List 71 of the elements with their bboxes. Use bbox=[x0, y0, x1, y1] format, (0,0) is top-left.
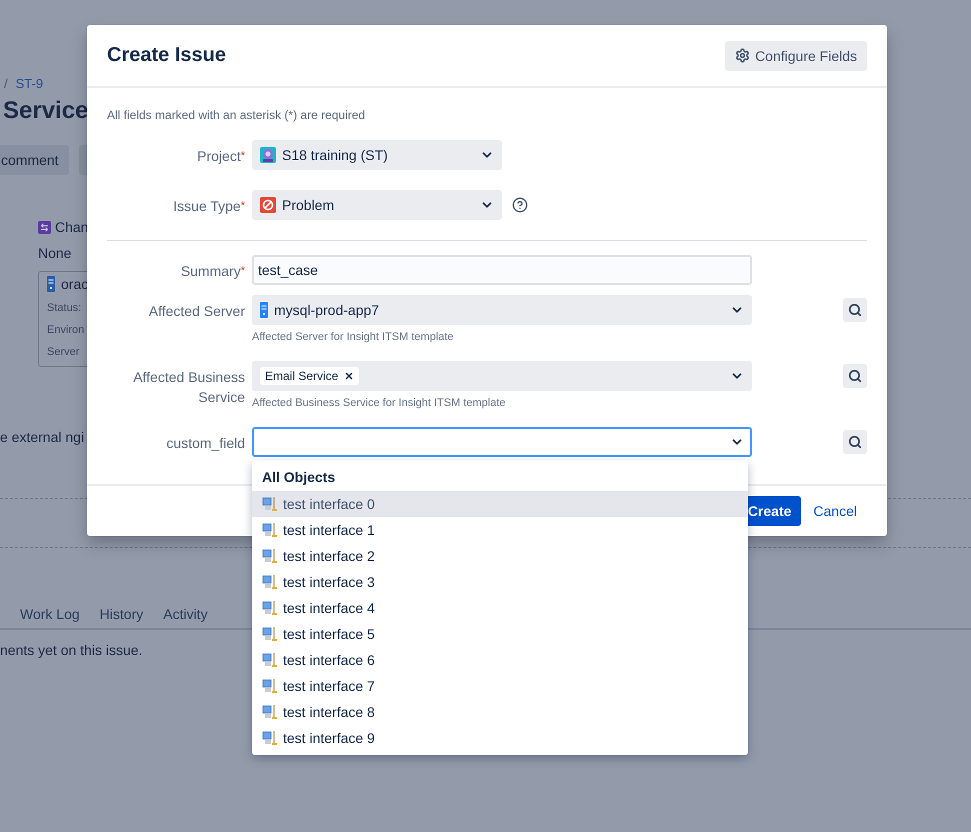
search-button[interactable] bbox=[843, 364, 867, 388]
project-avatar-icon bbox=[260, 147, 276, 163]
required-asterisk: * bbox=[240, 200, 245, 212]
activity-tab[interactable]: Work Log bbox=[20, 606, 80, 622]
dropdown-option[interactable]: test interface 3 bbox=[252, 569, 748, 595]
field-label: Project* bbox=[196, 147, 245, 166]
change-type-icon bbox=[38, 220, 51, 234]
search-button[interactable] bbox=[843, 298, 867, 322]
search-icon bbox=[848, 369, 862, 383]
select-field[interactable]: Problem bbox=[252, 190, 502, 220]
attribute-label: Environ bbox=[47, 324, 86, 336]
network-interface-icon bbox=[262, 652, 278, 668]
remove-icon[interactable] bbox=[344, 371, 354, 381]
network-interface-icon bbox=[262, 678, 278, 694]
field-label: Affected Server bbox=[148, 302, 245, 321]
field-value: None bbox=[38, 245, 72, 261]
breadcrumb-separator: / bbox=[4, 76, 8, 91]
configure-fields-button[interactable]: Configure Fields bbox=[725, 40, 867, 70]
dropdown-option[interactable]: test interface 9 bbox=[252, 725, 748, 751]
gear-icon bbox=[735, 48, 750, 63]
summary-input-field[interactable]: test_case bbox=[252, 255, 752, 285]
network-interface-icon bbox=[262, 626, 278, 642]
dropdown-option[interactable]: test interface 1 bbox=[252, 517, 748, 543]
network-interface-icon bbox=[262, 496, 278, 512]
required-note: All fields marked with an asterisk (*) are required bbox=[107, 108, 366, 122]
dropdown-option[interactable]: test interface 4 bbox=[252, 595, 748, 621]
issue-title: Service bbox=[3, 97, 88, 125]
select-field[interactable]: mysql-prod-app7 bbox=[252, 295, 752, 325]
field-label: Issue Type* bbox=[172, 197, 245, 216]
field-label: Summary* bbox=[180, 262, 245, 281]
field-label: Chan bbox=[55, 219, 88, 235]
select-field[interactable]: S18 training (ST) bbox=[252, 140, 502, 170]
help-icon[interactable] bbox=[512, 197, 528, 213]
attribute-label: Status: bbox=[47, 302, 82, 314]
field-label: custom_field bbox=[165, 434, 245, 453]
network-interface-icon bbox=[262, 574, 278, 590]
field-hint: Affected Server for Insight ITSM template bbox=[252, 331, 455, 343]
search-icon bbox=[848, 303, 862, 317]
network-interface-icon bbox=[262, 704, 278, 720]
activity-tab[interactable]: History bbox=[100, 606, 144, 622]
dialog-title: Create Issue bbox=[107, 44, 226, 67]
field-hint: Affected Business Service for Insight ITSM template bbox=[252, 397, 507, 409]
dropdown-option[interactable]: test interface 0 bbox=[252, 491, 748, 517]
dropdown-option[interactable]: test interface 7 bbox=[252, 673, 748, 699]
attribute-label: Server bbox=[47, 346, 80, 358]
dropdown-option[interactable]: test interface 2 bbox=[252, 543, 748, 569]
dropdown-option[interactable]: test interface 8 bbox=[252, 699, 748, 725]
toolbar-button[interactable]: comment bbox=[0, 145, 69, 175]
search-icon bbox=[848, 435, 862, 449]
required-asterisk: * bbox=[240, 265, 245, 277]
cancel-link[interactable]: Cancel bbox=[813, 503, 857, 519]
description-text: e external ngi bbox=[0, 429, 84, 445]
dropdown-option[interactable]: test interface 6 bbox=[252, 647, 748, 673]
multi-select-field[interactable]: Email Service bbox=[252, 361, 752, 391]
network-interface-icon bbox=[262, 548, 278, 564]
select-field[interactable] bbox=[252, 427, 752, 457]
object-name[interactable]: orac bbox=[61, 276, 88, 292]
required-asterisk: * bbox=[240, 150, 245, 162]
activity-tab[interactable]: Activity bbox=[163, 606, 208, 622]
network-interface-icon bbox=[262, 600, 278, 616]
dropdown-option[interactable]: test interface 5 bbox=[252, 621, 748, 647]
field-label: Affected Business Service bbox=[132, 368, 245, 407]
dropdown-heading: All Objects bbox=[261, 468, 336, 487]
problem-icon bbox=[260, 197, 276, 213]
server-icon bbox=[47, 276, 55, 292]
empty-comments-text: nents yet on this issue. bbox=[0, 642, 142, 658]
server-icon bbox=[260, 302, 268, 318]
selected-tag[interactable]: Email Service bbox=[260, 367, 360, 385]
search-button[interactable] bbox=[843, 430, 867, 454]
network-interface-icon bbox=[262, 730, 278, 746]
network-interface-icon bbox=[262, 522, 278, 538]
